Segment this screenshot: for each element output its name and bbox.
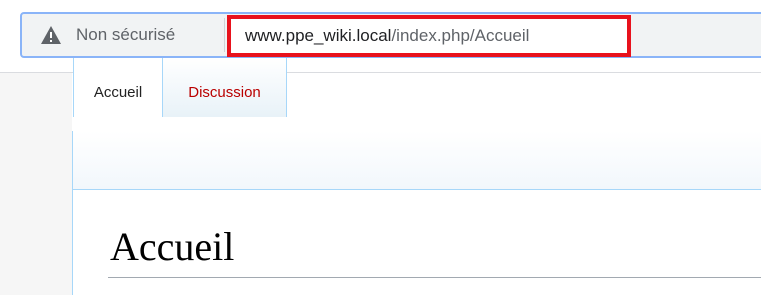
title-underline: [108, 277, 761, 278]
tab-label: Discussion: [188, 84, 261, 101]
address-divider: [224, 18, 225, 52]
tab-accueil[interactable]: Accueil: [73, 58, 163, 117]
warning-triangle-icon: [41, 26, 61, 44]
security-indicator[interactable]: Non sécurisé: [22, 14, 222, 56]
security-label: Non sécurisé: [76, 25, 176, 44]
url-path: /index.php/Accueil: [391, 26, 530, 45]
tab-bar: [73, 131, 761, 190]
sidebar-panel: [0, 73, 72, 295]
url-host: www.ppe_wiki.local: [245, 26, 392, 45]
page-title: Accueil: [110, 224, 235, 269]
tab-discussion[interactable]: Discussion: [163, 58, 287, 117]
tab-label: Accueil: [93, 84, 143, 101]
url-field-highlighted[interactable]: www.ppe_wiki.local/index.php/Accueil: [227, 15, 631, 57]
